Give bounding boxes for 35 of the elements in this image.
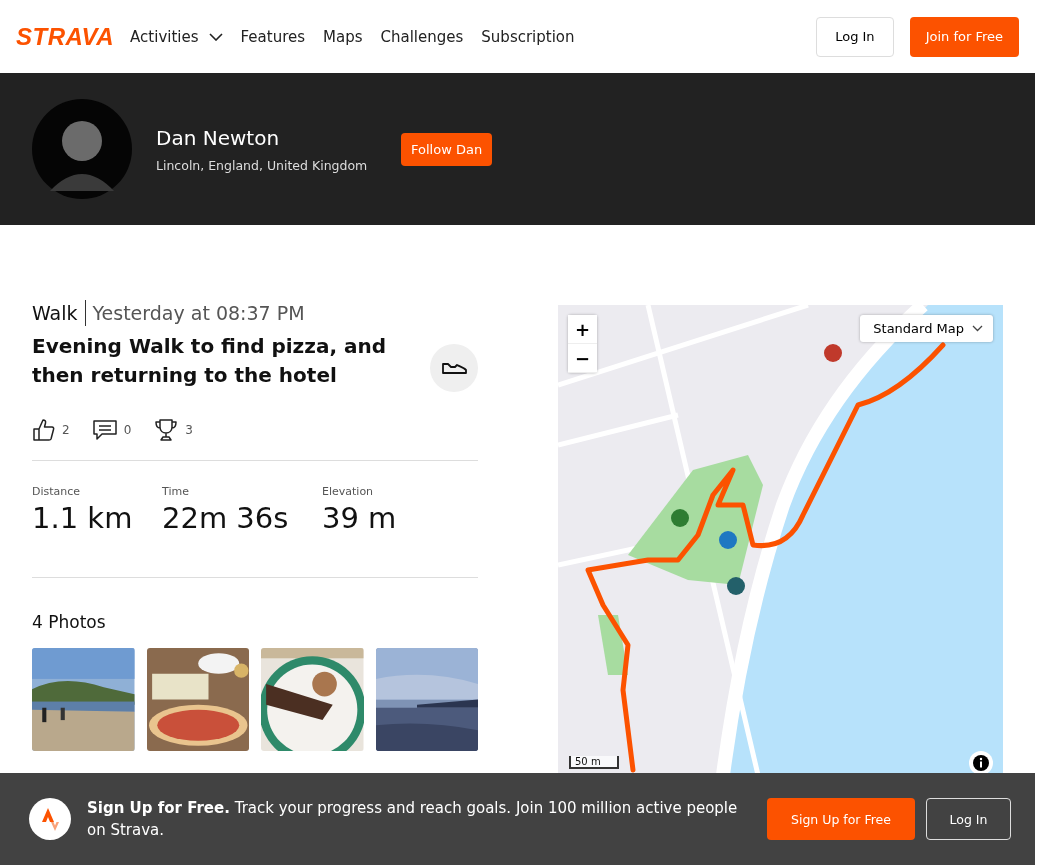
shoe-icon: [430, 344, 478, 392]
zoom-out-button[interactable]: −: [568, 344, 597, 373]
trophy-icon[interactable]: [153, 418, 180, 442]
chevron-down-icon: [972, 325, 983, 332]
social-count: 2: [62, 423, 70, 437]
chevron-down-icon: [208, 32, 223, 41]
login-button[interactable]: Log In: [816, 16, 894, 57]
login-button[interactable]: Log In: [926, 798, 1011, 840]
nav-link[interactable]: Features: [240, 27, 306, 46]
athlete-name: Dan Newton: [156, 125, 281, 150]
comment-icon[interactable]: [91, 418, 118, 442]
photos-heading: 4 Photos: [32, 612, 107, 632]
stat-value: 39 m: [322, 501, 398, 535]
map-scale: 50 m: [569, 756, 619, 769]
nav-link[interactable]: Subscription: [481, 27, 575, 46]
info-icon[interactable]: [969, 751, 993, 775]
zoom-in-button[interactable]: +: [568, 315, 597, 344]
nav-link[interactable]: Challenges: [380, 27, 464, 46]
social-count: 3: [185, 423, 193, 437]
signup-message: Sign Up for Free. Track your progress and reach goals. Join 100 million active people on Strava.: [87, 798, 739, 841]
thumbs-up-icon[interactable]: [32, 418, 56, 442]
activity-date: Yesterday at 08:37 PM: [91, 302, 305, 324]
activity-title: Evening Walk to find pizza, and then returning to the hotel: [32, 333, 387, 389]
activity-type: Walk: [32, 300, 86, 326]
stat-value: 22m 36s: [162, 501, 290, 535]
nav-link[interactable]: Activities: [130, 27, 223, 46]
nav-link[interactable]: Maps: [323, 27, 363, 46]
map-style-dropdown[interactable]: Standard Map: [860, 315, 993, 342]
stat-value: 1.1 km: [32, 501, 134, 535]
stat-label: Time: [162, 485, 190, 498]
social-count: 0: [123, 423, 132, 437]
stat-label: Distance: [32, 485, 82, 498]
strava-logo-icon: [29, 798, 71, 840]
stat-label: Elevation: [322, 485, 375, 498]
athlete-location: Lincoln, England, United Kingdom: [156, 157, 369, 173]
